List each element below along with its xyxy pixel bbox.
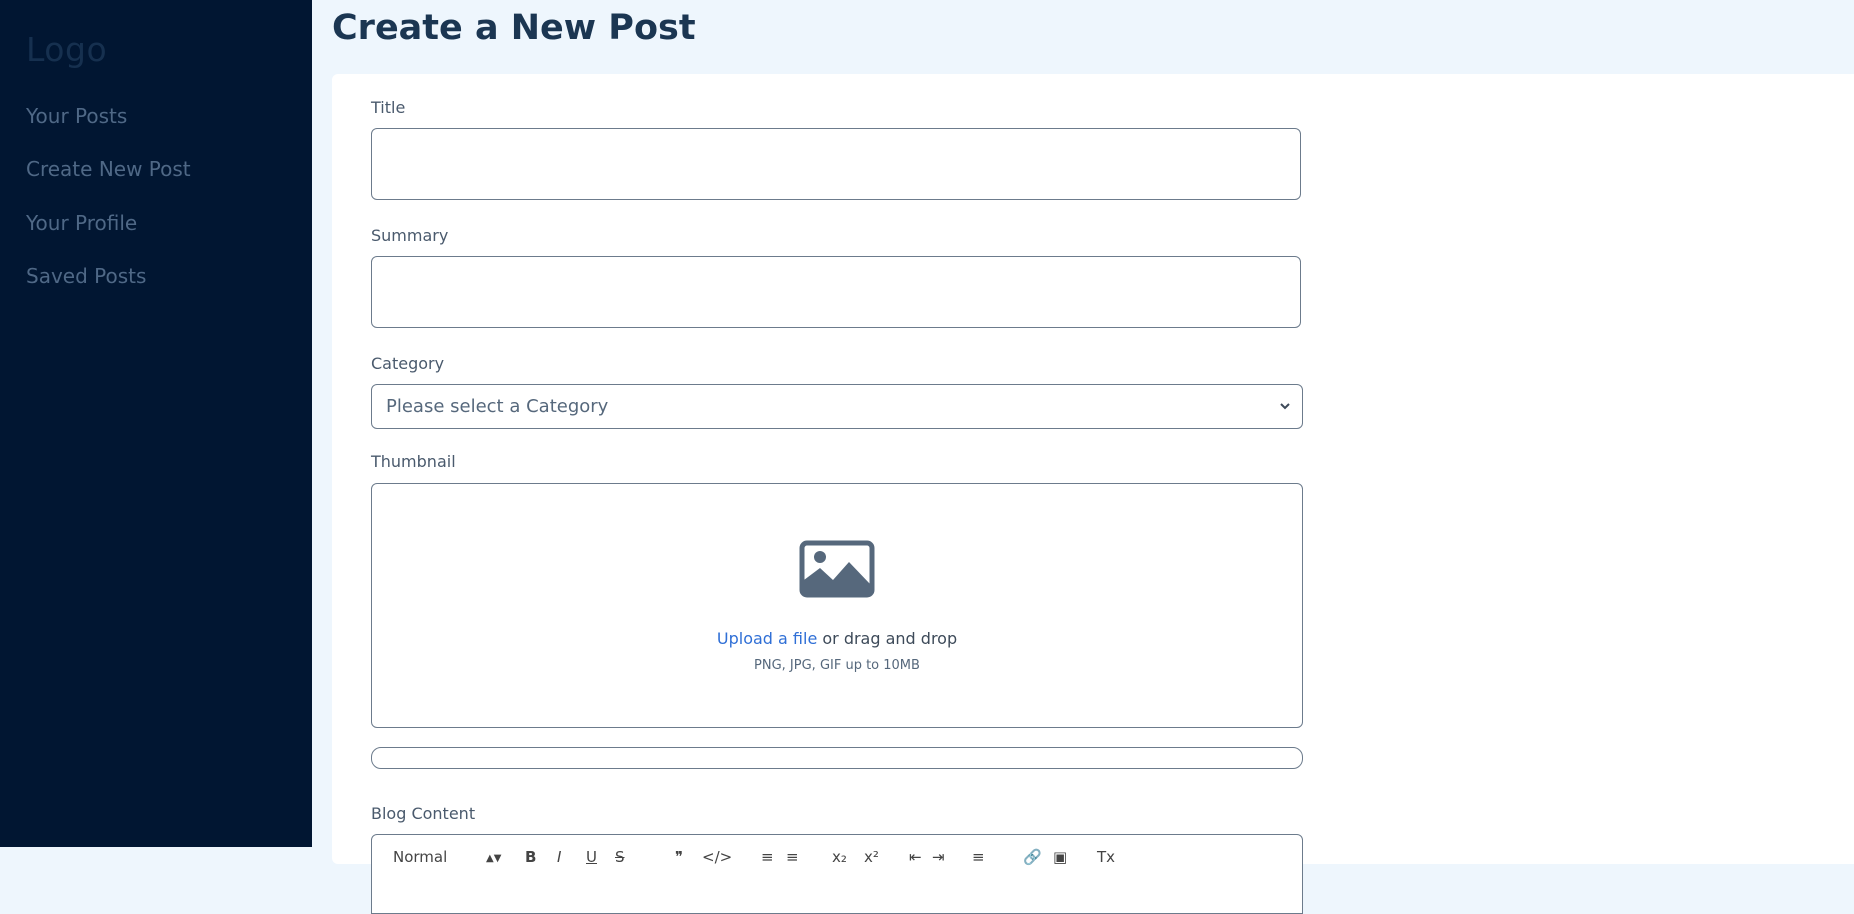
- outdent-button[interactable]: ⇤: [909, 847, 922, 867]
- image-icon: [799, 540, 875, 598]
- sidebar-item-saved-posts[interactable]: Saved Posts: [26, 264, 146, 288]
- drag-drop-text: or drag and drop: [817, 629, 958, 648]
- superscript-button[interactable]: x²: [864, 847, 879, 867]
- code-block-button[interactable]: </>: [702, 847, 732, 867]
- blockquote-button[interactable]: ❞: [675, 847, 683, 867]
- chevron-down-icon: [1280, 403, 1290, 410]
- heading-select[interactable]: Normal: [393, 847, 447, 867]
- title-input[interactable]: [371, 128, 1301, 200]
- subscript-button[interactable]: x₂: [832, 847, 847, 867]
- thumbnail-dropzone[interactable]: Upload a file or drag and drop PNG, JPG,…: [371, 483, 1303, 728]
- category-select-value: Please select a Category: [386, 396, 609, 417]
- summary-input[interactable]: [371, 256, 1301, 328]
- link-button[interactable]: 🔗: [1023, 847, 1042, 867]
- upload-instructions: Upload a file or drag and drop: [372, 629, 1302, 648]
- main-content: Create a New Post Title Summary Category…: [312, 0, 1854, 914]
- align-button[interactable]: ≡: [972, 847, 985, 867]
- page-title: Create a New Post: [332, 8, 696, 48]
- thumbnail-label: Thumbnail: [371, 452, 456, 471]
- underline-button[interactable]: U: [586, 847, 597, 867]
- clean-button[interactable]: Tx: [1097, 847, 1115, 867]
- sidebar-item-your-posts[interactable]: Your Posts: [26, 104, 127, 128]
- ordered-list-button[interactable]: ≡: [761, 847, 774, 867]
- image-button[interactable]: ▣: [1053, 847, 1067, 867]
- logo[interactable]: Logo: [26, 30, 107, 69]
- strike-button[interactable]: S: [615, 847, 625, 867]
- upload-file-link[interactable]: Upload a file: [717, 629, 817, 648]
- title-label: Title: [371, 98, 406, 117]
- category-select[interactable]: Please select a Category: [371, 384, 1303, 429]
- category-label: Category: [371, 354, 445, 373]
- sidebar: Logo Your Posts Create New Post Your Pro…: [0, 0, 312, 847]
- blog-content-editor[interactable]: Normal ▲▼ B I U S ❞ </> ≡ ≡ x₂ x² ⇤ ⇥ ≡ 🔗 ▣ Tx: [371, 834, 1303, 914]
- blog-content-label: Blog Content: [371, 804, 476, 823]
- sidebar-item-create-new-post[interactable]: Create New Post: [26, 157, 191, 181]
- indent-button[interactable]: ⇥: [932, 847, 945, 867]
- heading-select-arrows-icon: ▲▼: [486, 853, 502, 864]
- bullet-list-button[interactable]: ≡: [786, 847, 799, 867]
- upload-hint: PNG, JPG, GIF up to 10MB: [754, 658, 920, 673]
- italic-button[interactable]: I: [557, 847, 561, 867]
- sidebar-item-your-profile[interactable]: Your Profile: [26, 211, 137, 235]
- upload-progress-bar: [371, 747, 1303, 769]
- post-form-card: Title Summary Category Please select a C…: [332, 74, 1854, 914]
- bold-button[interactable]: B: [525, 847, 536, 867]
- summary-label: Summary: [371, 226, 449, 245]
